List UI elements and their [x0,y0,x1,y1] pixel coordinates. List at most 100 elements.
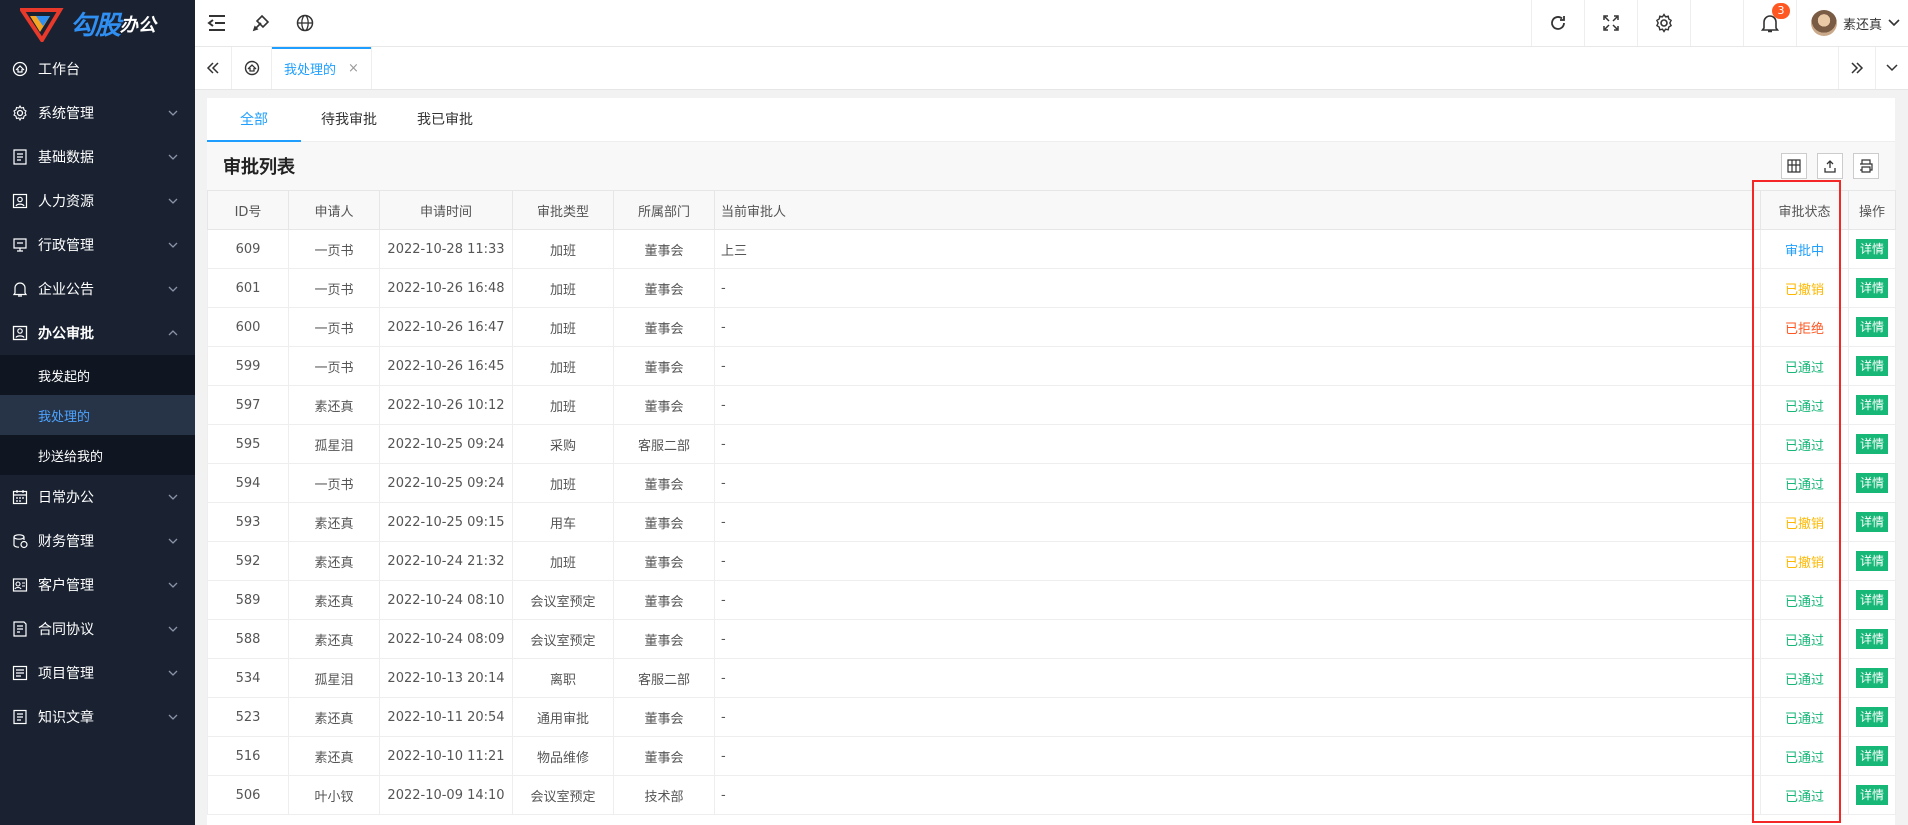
sidebar-subitem-2[interactable]: 抄送给我的 [0,435,195,475]
sidebar-item-5[interactable]: 企业公告 [0,267,195,311]
sidebar-subitem-1[interactable]: 我处理的 [0,395,195,435]
refresh-icon[interactable] [1531,0,1584,46]
cell-action: 详情 [1848,463,1896,503]
table-row[interactable]: 593 素还真 2022-10-25 09:15 用车 董事会 - 已撤销 详情 [207,502,1896,542]
sidebar-item-6[interactable]: 办公审批 [0,311,195,355]
logo[interactable]: 勾股 办公 [0,0,195,47]
detail-button[interactable]: 详情 [1855,356,1888,376]
detail-button[interactable]: 详情 [1855,317,1888,337]
cell-dept: 董事会 [613,268,715,308]
data-icon [12,149,28,165]
detail-button[interactable]: 详情 [1855,707,1888,727]
chevron-down-icon [167,107,179,119]
columns-filter-icon[interactable] [1781,153,1807,179]
sidebar-item-3[interactable]: 人力资源 [0,179,195,223]
cell-approver: - [714,385,1761,425]
detail-button[interactable]: 详情 [1855,785,1888,805]
detail-button[interactable]: 详情 [1855,239,1888,259]
col-status[interactable]: 审批状态 [1760,190,1849,230]
sidebar: 勾股 办公 工作台 系统管理 基础数据人力资源行政管理 企业公告办公审批我发起的 我处理… [0,0,195,825]
cell-dept: 董事会 [613,463,715,503]
sidebar-item-7[interactable]: 日常办公 [0,475,195,519]
cell-status: 已通过 [1760,385,1849,425]
table-row[interactable]: 589 素还真 2022-10-24 08:10 会议室预定 董事会 - 已通过 详情 [207,580,1896,620]
brush-icon[interactable] [239,0,283,46]
tabs-dropdown-icon[interactable] [1876,47,1908,89]
col-time[interactable]: 申请时间 [379,190,513,230]
detail-button[interactable]: 详情 [1855,590,1888,610]
table-row[interactable]: 516 素还真 2022-10-10 11:21 物品维修 董事会 - 已通过 详情 [207,736,1896,776]
table-row[interactable]: 595 孤星泪 2022-10-25 09:24 采购 客服二部 - 已通过 详情 [207,424,1896,464]
tab-pending[interactable]: 待我审批 [301,97,397,141]
sidebar-item-8[interactable]: 财务管理 [0,519,195,563]
home-tab-icon[interactable] [232,47,272,89]
sidebar-item-label: 合同协议 [38,622,94,638]
detail-button[interactable]: 详情 [1855,551,1888,571]
cell-applicant: 素还真 [288,736,380,776]
table-row[interactable]: 588 素还真 2022-10-24 08:09 会议室预定 董事会 - 已通过 详情 [207,619,1896,659]
cell-time: 2022-10-24 21:32 [379,541,513,581]
table-row[interactable]: 592 素还真 2022-10-24 21:32 加班 董事会 - 已撤销 详情 [207,541,1896,581]
cell-applicant: 一页书 [288,346,380,386]
tab-all[interactable]: 全部 [207,97,301,142]
cell-action: 详情 [1848,658,1896,698]
tabs-scroll-right-icon[interactable] [1838,47,1876,89]
sidebar-item-1[interactable]: 系统管理 [0,91,195,135]
sidebar-item-11[interactable]: 项目管理 [0,651,195,695]
cell-time: 2022-10-13 20:14 [379,658,513,698]
gear-icon[interactable] [1637,0,1690,46]
sidebar-item-10[interactable]: 合同协议 [0,607,195,651]
sidebar-item-2[interactable]: 基础数据 [0,135,195,179]
detail-button[interactable]: 详情 [1855,434,1888,454]
menu-collapse-icon[interactable] [195,0,239,46]
detail-button[interactable]: 详情 [1855,512,1888,532]
avatar [1811,10,1837,36]
cell-applicant: 叶小钗 [288,775,380,815]
contract-icon [12,621,28,637]
table-row[interactable]: 594 一页书 2022-10-25 09:24 加班 董事会 - 已通过 详情 [207,463,1896,503]
sidebar-item-0[interactable]: 工作台 [0,47,195,91]
cell-time: 2022-10-11 20:54 [379,697,513,737]
export-icon[interactable] [1817,153,1843,179]
detail-button[interactable]: 详情 [1855,473,1888,493]
col-dept[interactable]: 所属部门 [613,190,715,230]
table-row[interactable]: 506 叶小钗 2022-10-09 14:10 会议室预定 技术部 - 已通过 详情 [207,775,1896,815]
table-row[interactable]: 597 素还真 2022-10-26 10:12 加班 董事会 - 已通过 详情 [207,385,1896,425]
globe-icon[interactable] [283,0,327,46]
col-type[interactable]: 审批类型 [512,190,614,230]
cell-approver: - [714,619,1761,659]
close-icon[interactable]: × [348,61,359,76]
tab-approved[interactable]: 我已审批 [397,97,493,141]
cell-dept: 董事会 [613,697,715,737]
tab-current-page[interactable]: 我处理的 × [272,47,372,89]
sidebar-item-4[interactable]: 行政管理 [0,223,195,267]
notification-bell-icon[interactable]: 3 [1743,0,1796,46]
table-row[interactable]: 601 一页书 2022-10-26 16:48 加班 董事会 - 已撤销 详情 [207,268,1896,308]
chevron-down-icon [167,579,179,591]
col-id[interactable]: ID号 [207,190,289,230]
sidebar-item-9[interactable]: 客户管理 [0,563,195,607]
detail-button[interactable]: 详情 [1855,278,1888,298]
tabs-scroll-left-icon[interactable] [195,47,232,89]
col-approver[interactable]: 当前审批人 [714,190,1761,230]
cell-type: 加班 [512,229,614,269]
user-menu[interactable]: 素还真 [1796,0,1908,46]
sidebar-subitem-0[interactable]: 我发起的 [0,355,195,395]
sidebar-item-12[interactable]: 知识文章 [0,695,195,739]
table-row[interactable]: 599 一页书 2022-10-26 16:45 加班 董事会 - 已通过 详情 [207,346,1896,386]
detail-button[interactable]: 详情 [1855,629,1888,649]
detail-button[interactable]: 详情 [1855,395,1888,415]
table-row[interactable]: 600 一页书 2022-10-26 16:47 加班 董事会 - 已拒绝 详情 [207,307,1896,347]
detail-button[interactable]: 详情 [1855,668,1888,688]
fullscreen-icon[interactable] [1584,0,1637,46]
sidebar-item-label: 办公审批 [38,326,94,342]
cell-action: 详情 [1848,424,1896,464]
print-icon[interactable] [1853,153,1879,179]
cell-status: 已通过 [1760,463,1849,503]
col-applicant[interactable]: 申请人 [288,190,380,230]
table-row[interactable]: 534 孤星泪 2022-10-13 20:14 离职 客服二部 - 已通过 详情 [207,658,1896,698]
table-row[interactable]: 609 一页书 2022-10-28 11:33 加班 董事会 上三 审批中 详情 [207,229,1896,269]
table-row[interactable]: 523 素还真 2022-10-11 20:54 通用审批 董事会 - 已通过 详情 [207,697,1896,737]
sidebar-item-label: 人力资源 [38,194,94,210]
detail-button[interactable]: 详情 [1855,746,1888,766]
